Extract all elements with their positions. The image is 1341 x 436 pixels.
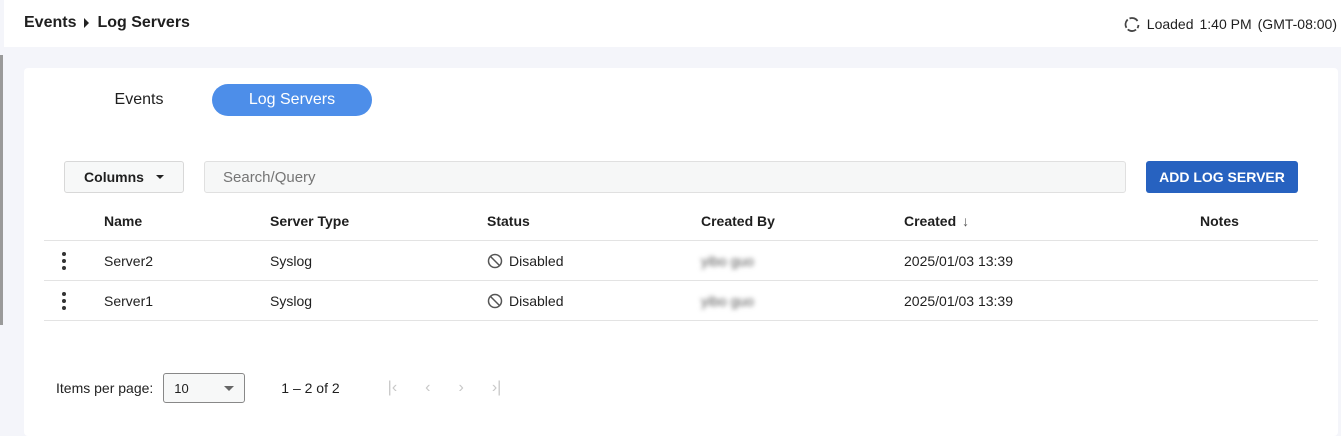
row-menu-button[interactable] xyxy=(62,241,66,280)
cell-status: Disabled xyxy=(487,241,563,280)
disabled-icon xyxy=(487,293,503,308)
cell-created: 2025/01/03 13:39 xyxy=(904,292,1013,309)
kebab-icon xyxy=(62,291,66,310)
paginator: Items per page: 10 1 – 2 of 2 |‹ ‹ › ›| xyxy=(56,373,501,403)
cell-name: Server2 xyxy=(104,252,154,269)
header-created-by[interactable]: Created By xyxy=(701,202,775,240)
caret-down-icon xyxy=(224,385,235,391)
header-status[interactable]: Status xyxy=(487,202,530,240)
table-row[interactable]: Server1 Syslog Disabled yibo guo 2025/01… xyxy=(44,281,1318,321)
cell-created-by: yibo guo xyxy=(701,292,754,309)
next-page-icon[interactable]: › xyxy=(458,379,463,397)
page-size-select[interactable]: 10 xyxy=(163,373,246,403)
add-log-server-button[interactable]: ADD LOG SERVER xyxy=(1146,161,1298,193)
header-notes[interactable]: Notes xyxy=(1200,202,1239,240)
items-per-page-label: Items per page: xyxy=(56,380,154,396)
disabled-icon xyxy=(487,253,503,268)
status-text: Disabled xyxy=(509,292,564,309)
cell-type: Syslog xyxy=(270,292,313,309)
left-edge-divider xyxy=(0,55,3,325)
header-name[interactable]: Name xyxy=(104,202,142,240)
page-size-value: 10 xyxy=(174,380,189,396)
header-server-type[interactable]: Server Type xyxy=(270,202,349,240)
refresh-icon[interactable] xyxy=(1123,15,1141,33)
tab-log-servers[interactable]: Log Servers xyxy=(212,84,372,116)
breadcrumb-log-servers: Log Servers xyxy=(97,14,190,31)
loaded-timezone: (GMT-08:00) xyxy=(1257,16,1337,32)
tab-events[interactable]: Events xyxy=(84,84,194,116)
table-row[interactable]: Server2 Syslog Disabled yibo guo 2025/01… xyxy=(44,241,1318,281)
table-header-row: Name Server Type Status Created By Creat… xyxy=(44,202,1318,241)
cell-created-by: yibo guo xyxy=(701,252,754,269)
page-range: 1 – 2 of 2 xyxy=(281,380,340,396)
breadcrumb-events[interactable]: Events xyxy=(24,14,76,32)
loaded-label: Loaded xyxy=(1146,16,1194,32)
caret-down-icon xyxy=(155,175,164,179)
header-created-label: Created xyxy=(904,213,957,229)
content-card: Events Log Servers Columns ADD LOG SERVE… xyxy=(24,68,1338,436)
load-status: Loaded 1:40 PM (GMT-08:00) xyxy=(1123,15,1337,33)
previous-page-icon[interactable]: ‹ xyxy=(425,379,430,397)
chevron-right-icon xyxy=(84,18,90,28)
cell-type: Syslog xyxy=(270,252,313,269)
last-page-icon[interactable]: ›| xyxy=(492,379,501,397)
kebab-icon xyxy=(62,251,66,270)
first-page-icon[interactable]: |‹ xyxy=(388,379,397,397)
status-text: Disabled xyxy=(509,252,564,269)
breadcrumb: Events Log Servers xyxy=(24,14,190,32)
columns-button[interactable]: Columns xyxy=(64,161,184,193)
cell-status: Disabled xyxy=(487,281,563,320)
loaded-time: 1:40 PM xyxy=(1199,16,1252,32)
log-servers-table: Name Server Type Status Created By Creat… xyxy=(44,202,1318,321)
row-menu-button[interactable] xyxy=(62,281,66,320)
cell-created: 2025/01/03 13:39 xyxy=(904,252,1013,269)
cell-name: Server1 xyxy=(104,292,154,309)
header-created[interactable]: Created ↓ xyxy=(904,202,969,240)
sort-down-icon: ↓ xyxy=(962,213,970,229)
search-input[interactable] xyxy=(204,161,1126,193)
columns-label: Columns xyxy=(84,169,144,185)
